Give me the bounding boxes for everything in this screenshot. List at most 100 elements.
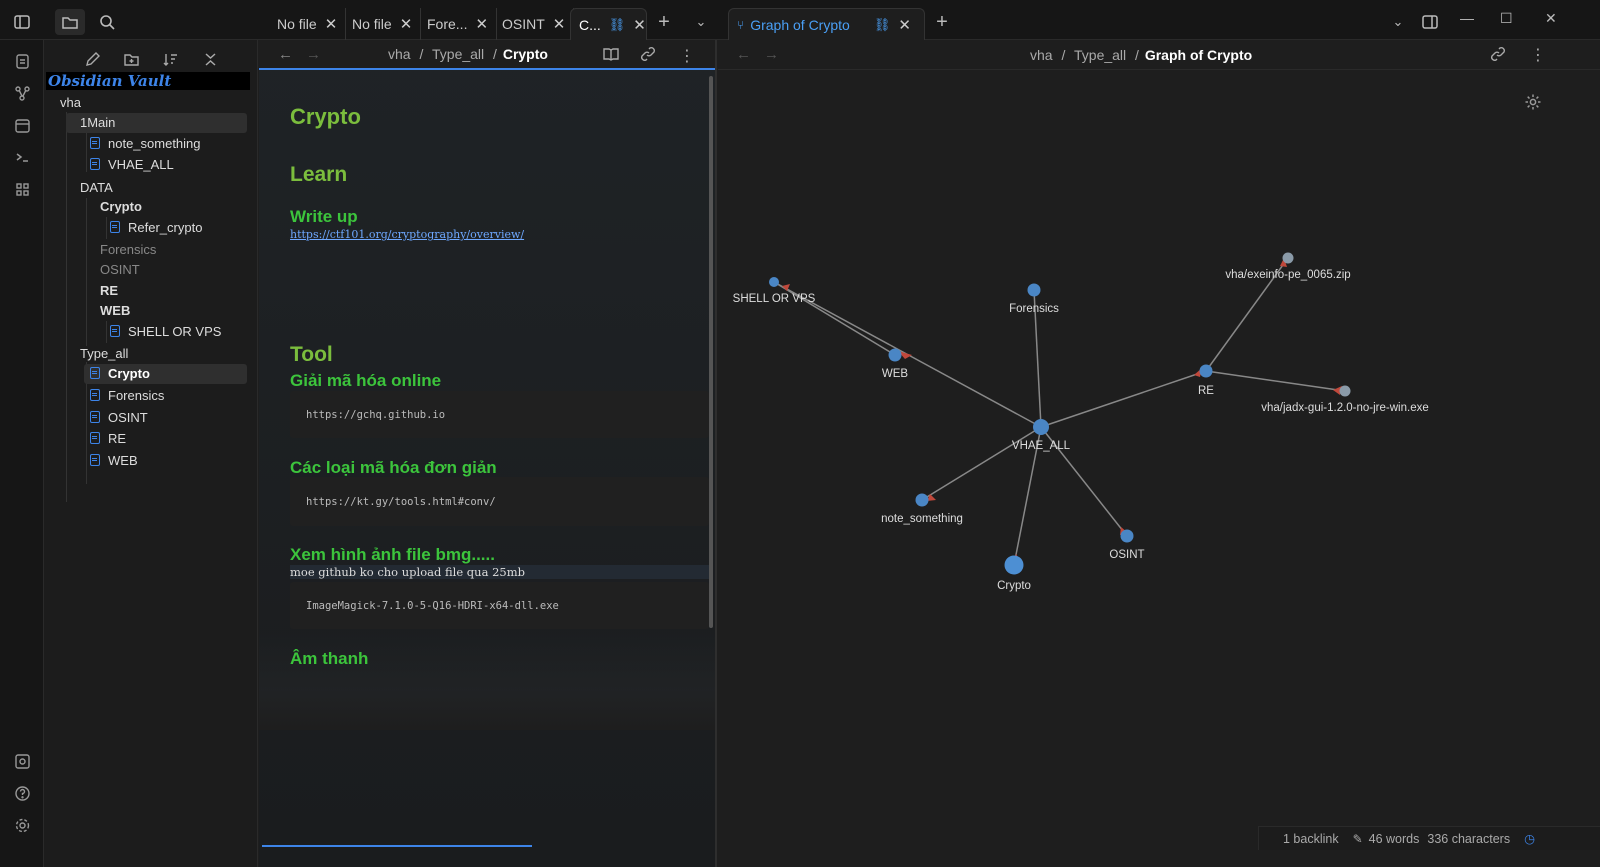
breadcrumb-part[interactable]: vha	[1030, 47, 1053, 63]
heading-learn[interactable]: Learn	[290, 163, 347, 187]
maximize-icon[interactable]: ☐	[1500, 10, 1513, 27]
node-jadx	[1339, 385, 1351, 397]
folder-data[interactable]: DATA	[80, 178, 113, 198]
code-block-imagemagick[interactable]: ImageMagick-7.1.0-5-Q16-HDRI-x64-dll.exe	[290, 582, 709, 629]
folder-forensics[interactable]: Forensics	[100, 240, 156, 260]
minimize-icon[interactable]: —	[1460, 10, 1474, 26]
file-forensics[interactable]: Forensics	[90, 386, 164, 406]
folder-web[interactable]: WEB	[100, 301, 130, 321]
folder-vha[interactable]: vha	[60, 93, 81, 113]
tab-forensics[interactable]: Fore... ✕	[419, 8, 498, 40]
writeup-link[interactable]: https://ctf101.org/cryptography/overview…	[290, 228, 524, 241]
tree-label: Type_all	[80, 346, 129, 361]
graph-view-icon[interactable]	[11, 82, 33, 104]
new-note-icon[interactable]	[82, 49, 102, 69]
more-options-icon[interactable]: ⋮	[678, 46, 696, 65]
node-web	[888, 348, 902, 362]
heading-cac-loai[interactable]: Các loại mã hóa đơn giản	[290, 458, 497, 478]
node-vhae-all	[1033, 419, 1049, 435]
files-icon[interactable]	[55, 9, 85, 35]
collapse-all-icon[interactable]	[200, 49, 220, 69]
tab-no-file-2[interactable]: No file ✕	[344, 8, 422, 40]
right-sidebar-toggle-icon[interactable]	[1417, 9, 1443, 35]
close-icon[interactable]: ✕	[553, 15, 566, 33]
file-icon	[90, 158, 100, 170]
tab-graph-of-crypto[interactable]: ⑂ Graph of Crypto ⛓ ✕	[728, 8, 925, 40]
breadcrumb-part[interactable]: Type_all	[1074, 47, 1126, 63]
label-crypto: Crypto	[997, 580, 1031, 592]
edit-pencil-icon: ✎	[1352, 831, 1363, 846]
folder-osint[interactable]: OSINT	[100, 260, 140, 280]
backlinks-count[interactable]: 1 backlink	[1283, 832, 1339, 846]
folder-re[interactable]: RE	[100, 281, 118, 301]
file-crypto-active[interactable]: Crypto	[84, 364, 247, 384]
terminal-icon[interactable]	[11, 146, 33, 168]
graph-arrows	[782, 258, 1342, 562]
new-folder-icon[interactable]	[121, 49, 141, 69]
close-icon[interactable]: ✕	[898, 16, 911, 34]
file-re[interactable]: RE	[90, 429, 126, 449]
breadcrumb-current[interactable]: Graph of Crypto	[1145, 47, 1252, 63]
tab-osint[interactable]: OSINT ✕	[494, 8, 575, 40]
link-icon[interactable]	[640, 46, 658, 64]
tab-label: No file	[352, 16, 392, 32]
breadcrumb-part[interactable]: Type_all	[432, 46, 484, 62]
heading-tool[interactable]: Tool	[290, 343, 333, 367]
note-title[interactable]: Crypto	[290, 104, 361, 130]
close-icon[interactable]: ✕	[400, 15, 413, 33]
file-explorer: Obsidian Vault vha 1Main note_something …	[44, 40, 258, 867]
vault-title[interactable]: Obsidian Vault	[46, 72, 250, 90]
sidebar-toggle-icon[interactable]	[9, 9, 35, 35]
open-quick-switcher-icon[interactable]	[11, 50, 33, 72]
heading-xem-hinh[interactable]: Xem hình ảnh file bmg.....	[290, 545, 495, 565]
folder-crypto[interactable]: Crypto	[100, 197, 142, 217]
close-icon[interactable]: ✕	[325, 15, 338, 33]
help-icon[interactable]	[11, 782, 33, 804]
heading-giai-ma[interactable]: Giải mã hóa online	[290, 371, 441, 391]
file-web[interactable]: WEB	[90, 451, 138, 471]
chevron-down-icon[interactable]: ⌄	[688, 9, 714, 35]
back-arrow-icon[interactable]: ←	[278, 46, 293, 63]
vault-switcher-icon[interactable]	[11, 750, 33, 772]
settings-icon[interactable]	[11, 814, 33, 836]
edge-vhae-note	[921, 426, 1042, 501]
new-tab-icon[interactable]: +	[651, 9, 677, 35]
file-vhae-all[interactable]: VHAE_ALL	[90, 155, 174, 175]
folder-1main[interactable]: 1Main	[66, 113, 247, 133]
forward-arrow-icon[interactable]: →	[306, 46, 321, 63]
editor-scrollbar[interactable]	[709, 76, 713, 628]
close-icon[interactable]: ✕	[475, 15, 488, 33]
heading-write-up[interactable]: Write up	[290, 207, 358, 227]
link-icon[interactable]	[1490, 46, 1508, 64]
file-osint[interactable]: OSINT	[90, 408, 148, 428]
forward-arrow-icon[interactable]: →	[764, 46, 779, 63]
templates-icon[interactable]	[11, 178, 33, 200]
breadcrumb-current[interactable]: Crypto	[503, 46, 548, 62]
back-arrow-icon[interactable]: ←	[736, 46, 751, 63]
breadcrumb-part[interactable]: vha	[388, 46, 411, 62]
close-window-icon[interactable]: ✕	[1545, 10, 1557, 27]
folder-type-all[interactable]: Type_all	[80, 344, 128, 364]
tab-crypto[interactable]: C... ⛓ ✕	[570, 8, 647, 40]
tab-no-file-1[interactable]: No file ✕	[269, 8, 347, 40]
file-note-something[interactable]: note_something	[90, 134, 201, 154]
sync-status-icon[interactable]: ◷	[1524, 831, 1535, 846]
graph-canvas[interactable]: SHELL OR VPS Forensics vha/exeinfo-pe_00…	[718, 70, 1600, 867]
file-refer-crypto[interactable]: Refer_crypto	[110, 218, 202, 238]
label-note-something: note_something	[881, 513, 963, 525]
calendar-icon[interactable]	[11, 114, 33, 136]
tree-label: WEB	[100, 303, 131, 318]
new-tab-icon[interactable]: +	[929, 9, 955, 35]
more-options-icon[interactable]: ⋮	[1530, 45, 1546, 65]
paragraph-upload-note[interactable]: moe github ko cho upload file qua 25mb	[290, 565, 709, 579]
chevron-down-icon[interactable]: ⌄	[1385, 9, 1411, 35]
heading-am-thanh[interactable]: Âm thanh	[290, 649, 368, 669]
tree-label: WEB	[108, 453, 138, 468]
reading-view-icon[interactable]	[603, 46, 621, 64]
search-icon[interactable]	[94, 9, 120, 35]
code-block-ktgy[interactable]: https://kt.gy/tools.html#conv/	[290, 477, 709, 526]
code-block-gchq[interactable]: https://gchq.github.io	[290, 391, 709, 438]
close-icon[interactable]: ✕	[633, 16, 646, 34]
file-shell-or-vps[interactable]: SHELL OR VPS	[110, 322, 221, 342]
sort-icon[interactable]	[160, 49, 180, 69]
